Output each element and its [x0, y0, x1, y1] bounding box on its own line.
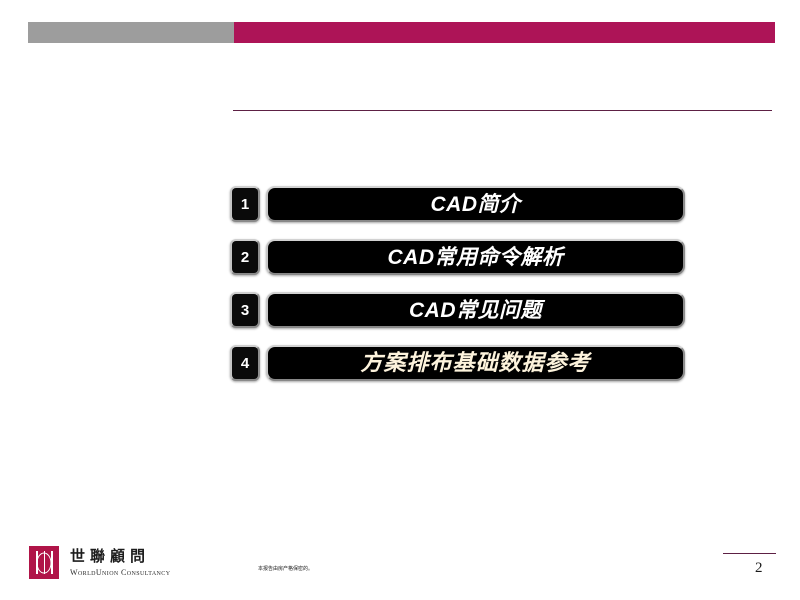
agenda-label-3: CAD常见问题 [409, 298, 542, 322]
company-logo: 世聯顧問 WorldUnion Consultancy [29, 546, 170, 579]
agenda-item-2[interactable]: 2 CAD常用命令解析 [230, 238, 685, 276]
agenda-number-badge-2: 2 [230, 239, 260, 275]
logo-name-cn: 世聯顧問 [70, 547, 151, 566]
agenda-item-3[interactable]: 3 CAD常见问题 [230, 291, 685, 329]
page-number: 2 [755, 560, 763, 576]
agenda-item-4[interactable]: 4 方案排布基础数据参考 [230, 344, 685, 382]
logo-name-en: WorldUnion Consultancy [70, 567, 171, 577]
agenda-number-badge-1: 1 [230, 186, 260, 222]
page-number-rule [723, 553, 776, 554]
agenda-label-2: CAD常用命令解析 [387, 245, 564, 269]
logo-text-block: 世聯顧問 WorldUnion Consultancy [70, 547, 171, 577]
top-decorative-bar [28, 22, 775, 43]
agenda-number-badge-4: 4 [230, 345, 260, 381]
header-divider-rule [233, 110, 772, 111]
topbar-magenta-segment [234, 22, 775, 43]
agenda-bar-3[interactable]: CAD常见问题 [266, 292, 685, 328]
agenda-label-4: 方案排布基础数据参考 [360, 350, 591, 375]
worldunion-logo-icon [29, 546, 59, 579]
agenda-bar-1[interactable]: CAD简介 [266, 186, 685, 222]
agenda-number-badge-3: 3 [230, 292, 260, 328]
logo-ring-shape [36, 552, 52, 573]
agenda-label-1: CAD简介 [430, 192, 521, 216]
topbar-gray-segment [28, 22, 234, 43]
confidentiality-note: 本报告由房产格保密的。 [258, 566, 314, 572]
agenda-bar-4[interactable]: 方案排布基础数据参考 [266, 345, 685, 381]
agenda-item-1[interactable]: 1 CAD简介 [230, 185, 685, 223]
agenda-bar-2[interactable]: CAD常用命令解析 [266, 239, 685, 275]
agenda-list: 1 CAD简介 2 CAD常用命令解析 3 CAD常见问题 4 方案排布基础数据… [230, 185, 685, 382]
slide-canvas: 1 CAD简介 2 CAD常用命令解析 3 CAD常见问题 4 方案排布基础数据… [0, 0, 800, 600]
